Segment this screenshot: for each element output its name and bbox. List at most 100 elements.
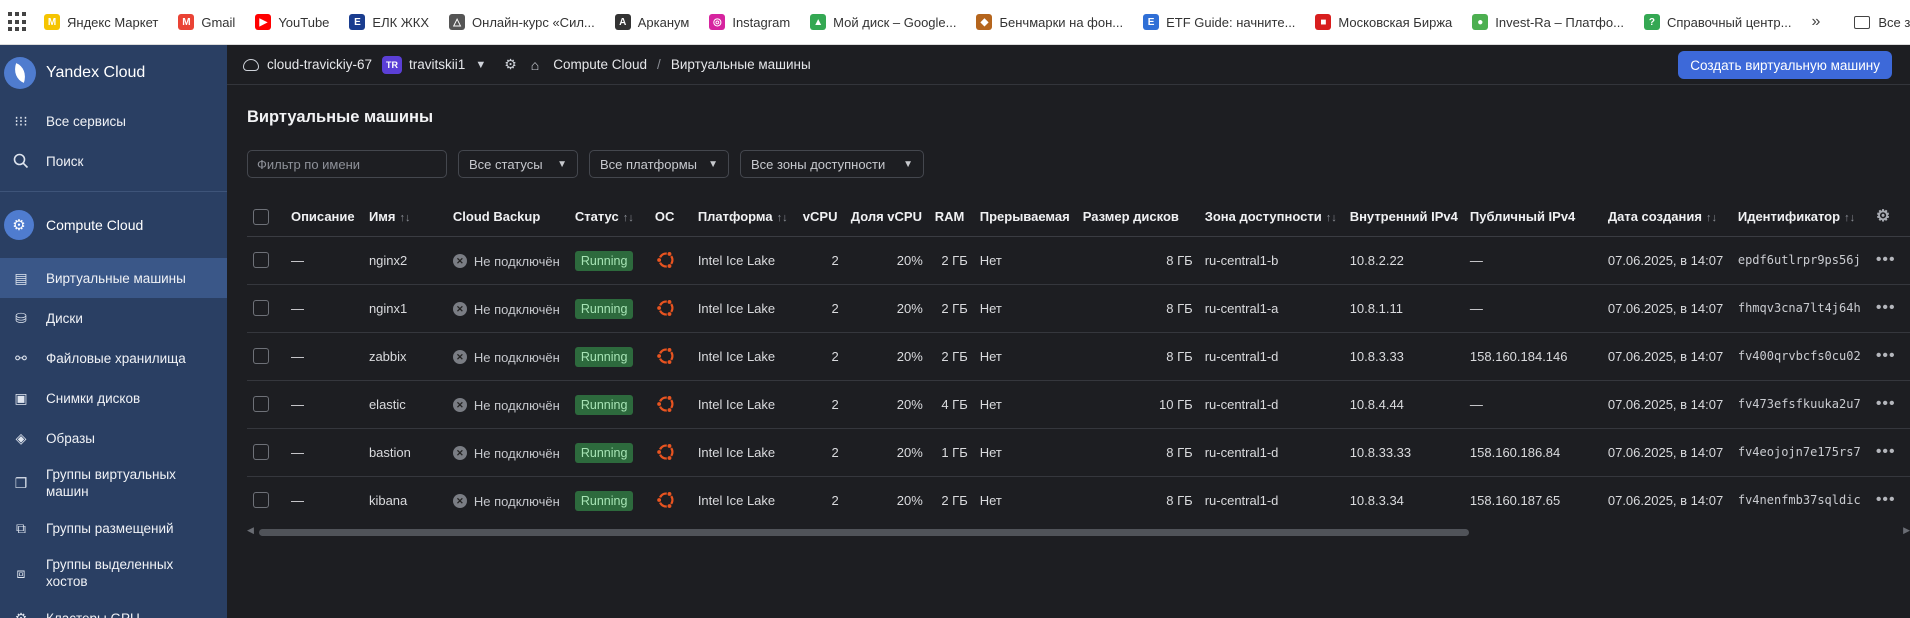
table-row[interactable]: — elastic ✕ Не подключён Running Intel Ice La… xyxy=(247,380,1910,429)
sidebar-item-disk[interactable]: ⛁ Диски xyxy=(0,298,227,338)
col-settings[interactable]: ⚙ xyxy=(1869,197,1910,237)
more-actions-icon[interactable]: ••• xyxy=(1876,347,1896,364)
share-icon[interactable]: ⚙ xyxy=(504,56,517,73)
col-platform[interactable]: Платформа ↑↓ xyxy=(691,197,797,237)
sidebar-item-gpu-cluster[interactable]: ⚙ Кластеры GPU xyxy=(0,598,227,618)
more-actions-icon[interactable]: ••• xyxy=(1876,299,1896,316)
cloud-selector[interactable]: cloud-travickiy-67 xyxy=(267,57,372,72)
more-bookmarks-icon[interactable]: » xyxy=(1811,13,1820,31)
bookmark-item[interactable]: ▲ Мой диск – Google... xyxy=(810,14,956,30)
sidebar-item-host-group[interactable]: ⧈ Группы выделенных хостов xyxy=(0,548,227,598)
bookmark-item[interactable]: Е ЕЛК ЖКХ xyxy=(349,14,429,30)
cell-name[interactable]: kibana xyxy=(362,476,447,517)
scroll-left-icon[interactable]: ◀ xyxy=(247,525,254,536)
sidebar-item-label: Снимки дисков xyxy=(46,390,141,406)
breadcrumb-service[interactable]: Compute Cloud xyxy=(553,57,647,72)
select-all-cell[interactable] xyxy=(247,197,285,237)
chevron-down-icon: ▼ xyxy=(708,158,718,170)
table-row[interactable]: — zabbix ✕ Не подключён Running Intel Ice Lak… xyxy=(247,332,1910,381)
bookmark-item[interactable]: ■ Московская Биржа xyxy=(1315,14,1452,30)
chevron-down-icon: ▼ xyxy=(557,158,567,170)
cell-ram: 2 ГБ xyxy=(928,332,974,381)
cell-preemptible: Нет xyxy=(973,236,1077,285)
grid-icon: ⁝⁝⁝ xyxy=(14,112,28,129)
bookmark-item[interactable]: ◆ Бенчмарки на фон... xyxy=(976,14,1123,30)
gear-icon[interactable]: ⚙ xyxy=(1876,208,1890,225)
col-backup: Cloud Backup xyxy=(446,197,569,237)
bookmark-item[interactable]: ▶ YouTube xyxy=(255,14,329,30)
row-checkbox[interactable] xyxy=(253,396,269,413)
col-zone[interactable]: Зона доступности ↑↓ xyxy=(1198,197,1344,237)
cell-ipv4-public: 158.160.187.65 xyxy=(1463,476,1602,517)
bookmark-item[interactable]: E ETF Guide: начните... xyxy=(1143,14,1295,30)
table-row[interactable]: — bastion ✕ Не подключён Running Intel Ice La… xyxy=(247,428,1910,477)
cell-name[interactable]: bastion xyxy=(362,428,447,477)
brand[interactable]: Yandex Cloud xyxy=(0,45,227,101)
col-ipv4-internal: Внутренний IPv4 xyxy=(1343,197,1464,237)
table-row[interactable]: — nginx1 ✕ Не подключён Running Intel Ice Lak… xyxy=(247,284,1910,333)
col-created[interactable]: Дата создания ↑↓ xyxy=(1601,197,1732,237)
cell-id: fv4eojojn7e175rs7 xyxy=(1731,428,1870,477)
select-all-checkbox[interactable] xyxy=(253,208,269,225)
bookmark-item[interactable]: ? Справочный центр... xyxy=(1643,14,1791,30)
folder-selector[interactable]: travitskii1 xyxy=(409,57,465,72)
platform-filter-select[interactable]: Все платформы ▼ xyxy=(589,150,729,178)
youtube-icon: ▶ xyxy=(255,14,272,30)
create-vm-button[interactable]: Создать виртуальную машину xyxy=(1678,51,1892,79)
sidebar-item-search[interactable]: Поиск xyxy=(0,141,227,181)
name-filter-input[interactable]: Фильтр по имени xyxy=(247,150,447,178)
bookmark-item[interactable]: M Gmail xyxy=(178,14,235,30)
sidebar-item-vm-group[interactable]: ❐ Группы виртуальных машин xyxy=(0,458,227,508)
col-status[interactable]: Статус ↑↓ xyxy=(568,197,649,237)
row-checkbox[interactable] xyxy=(253,492,269,509)
yandex-cloud-logo-icon xyxy=(4,57,36,89)
chevron-down-icon[interactable]: ▼ xyxy=(475,59,486,71)
sort-icon[interactable]: ↑↓ xyxy=(1844,212,1855,224)
cell-name[interactable]: nginx2 xyxy=(362,236,447,285)
col-label: Зона доступности xyxy=(1204,208,1322,224)
scroll-right-icon[interactable]: ▶ xyxy=(1903,525,1910,536)
row-checkbox[interactable] xyxy=(253,348,269,365)
sidebar-item-all-services[interactable]: ⁝⁝⁝ Все сервисы xyxy=(0,101,227,141)
more-actions-icon[interactable]: ••• xyxy=(1876,491,1896,508)
sidebar-item-snapshot[interactable]: ▣ Снимки дисков xyxy=(0,378,227,418)
col-name[interactable]: Имя ↑↓ xyxy=(362,197,447,237)
sort-icon[interactable]: ↑↓ xyxy=(400,212,411,224)
sidebar-item-vm[interactable]: ▤ Виртуальные машины xyxy=(0,258,227,298)
all-bookmarks-button[interactable]: Все закладки xyxy=(1854,15,1910,30)
zone-filter-select[interactable]: Все зоны доступности ▼ xyxy=(740,150,924,178)
bookmark-item[interactable]: A Арканум xyxy=(614,14,689,30)
row-checkbox[interactable] xyxy=(253,444,269,461)
sort-icon[interactable]: ↑↓ xyxy=(777,212,788,224)
row-checkbox[interactable] xyxy=(253,252,269,269)
sidebar-item-file-storage[interactable]: ⚯ Файловые хранилища xyxy=(0,338,227,378)
sort-icon[interactable]: ↑↓ xyxy=(623,212,634,224)
cell-name[interactable]: elastic xyxy=(362,380,447,429)
host-group-icon: ⧈ xyxy=(16,564,26,581)
scrollbar-thumb[interactable] xyxy=(259,529,1469,536)
bookmark-item[interactable]: M Яндекс Маркет xyxy=(44,14,158,30)
placement-group-icon: ⧉ xyxy=(16,519,26,536)
more-actions-icon[interactable]: ••• xyxy=(1876,443,1896,460)
horizontal-scrollbar[interactable]: ◀ ▶ xyxy=(247,525,1910,537)
apps-grid-icon[interactable] xyxy=(8,12,26,32)
cell-status: Running xyxy=(568,332,649,381)
cell-name[interactable]: zabbix xyxy=(362,332,447,381)
bookmark-item[interactable]: △ Онлайн-курс «Сил... xyxy=(449,14,595,30)
home-icon[interactable]: ⌂ xyxy=(531,57,539,73)
sidebar-item-placement-group[interactable]: ⧉ Группы размещений xyxy=(0,508,227,548)
bookmark-item[interactable]: ● Invest-Ra – Платфо... xyxy=(1472,14,1624,30)
more-actions-icon[interactable]: ••• xyxy=(1876,395,1896,412)
bookmark-item[interactable]: ◎ Instagram xyxy=(709,14,790,30)
sort-icon[interactable]: ↑↓ xyxy=(1326,212,1337,224)
sort-icon[interactable]: ↑↓ xyxy=(1706,212,1717,224)
table-row[interactable]: — kibana ✕ Не подключён Running Intel Ice Lak… xyxy=(247,476,1910,517)
row-checkbox[interactable] xyxy=(253,300,269,317)
service-compute-cloud[interactable]: ⚙ Compute Cloud xyxy=(0,200,227,250)
table-row[interactable]: — nginx2 ✕ Не подключён Running Intel Ice Lak… xyxy=(247,236,1910,285)
cell-name[interactable]: nginx1 xyxy=(362,284,447,333)
col-id[interactable]: Идентификатор ↑↓ xyxy=(1731,197,1870,237)
status-filter-select[interactable]: Все статусы ▼ xyxy=(458,150,578,178)
more-actions-icon[interactable]: ••• xyxy=(1876,251,1896,268)
sidebar-item-image[interactable]: ◈ Образы xyxy=(0,418,227,458)
